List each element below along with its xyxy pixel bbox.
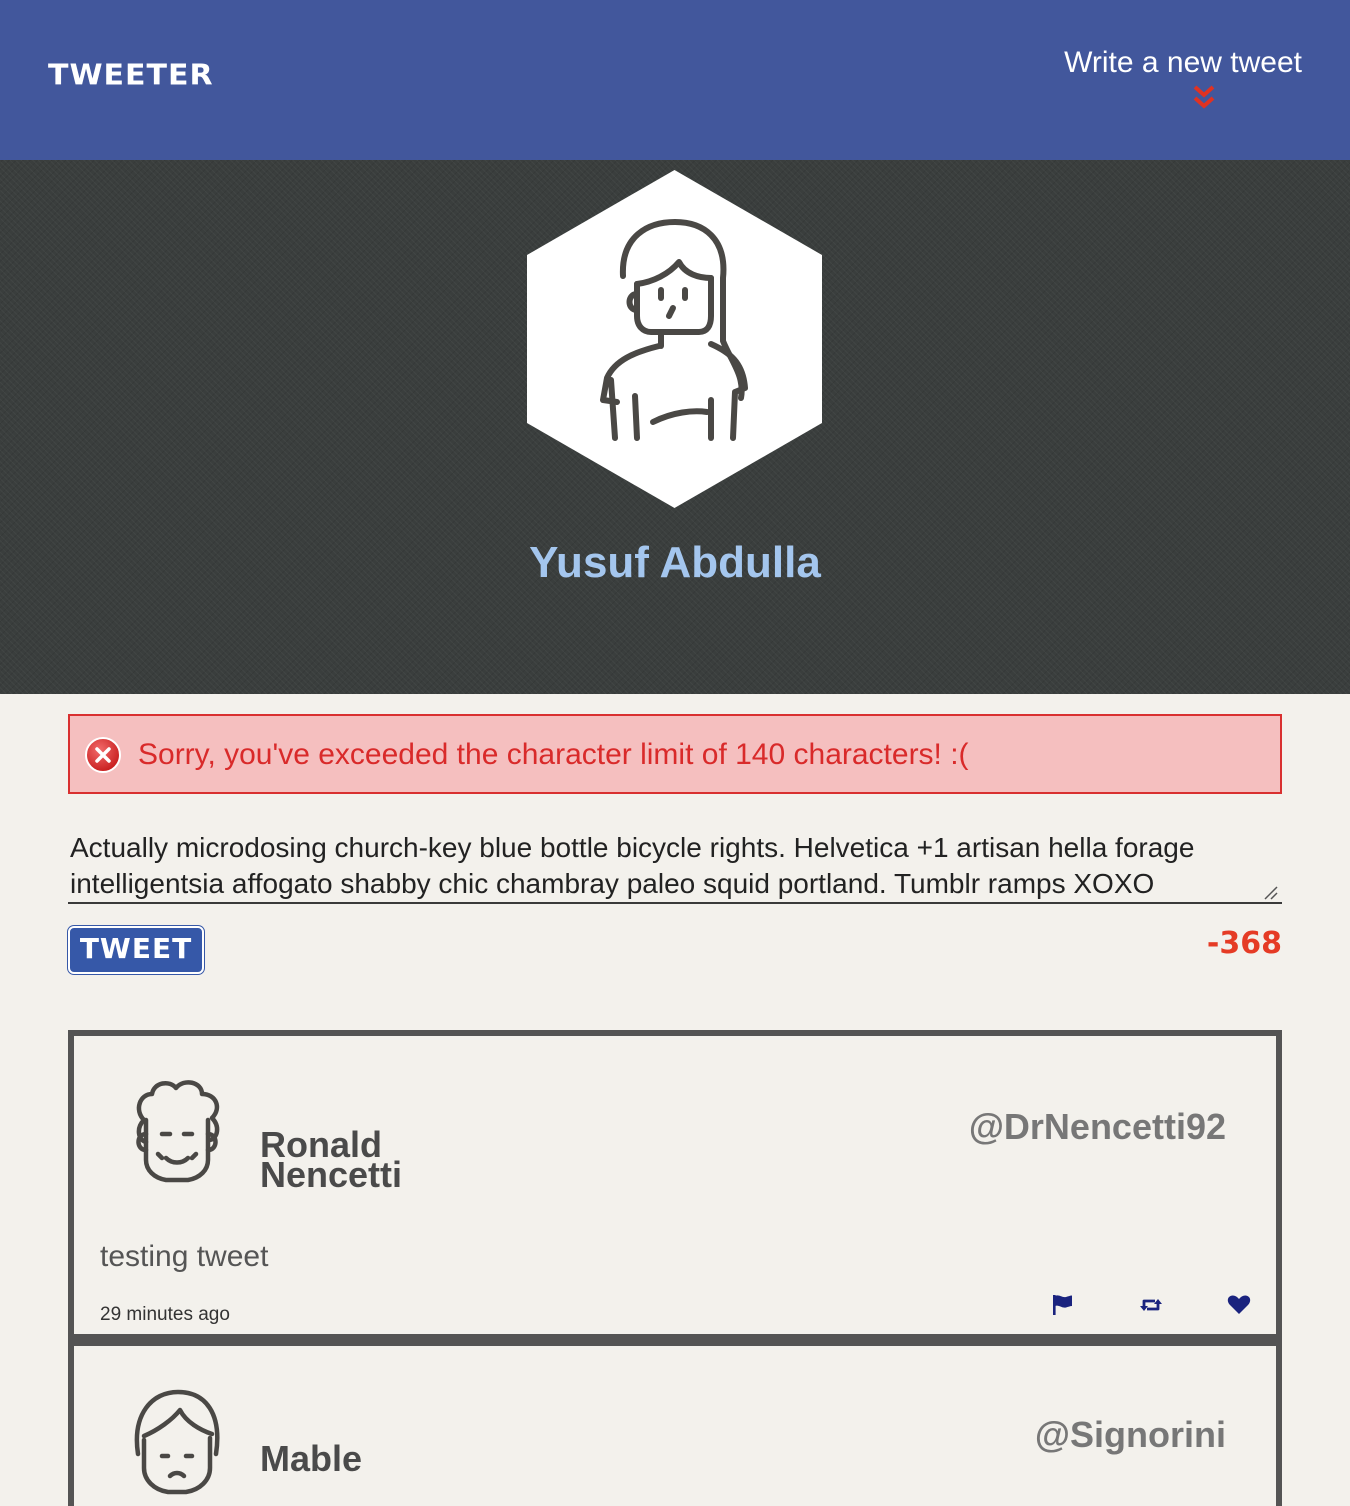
error-message: Sorry, you've exceeded the character lim… xyxy=(138,738,969,771)
user-avatar xyxy=(527,170,822,508)
compose-toggle[interactable]: Write a new tweet xyxy=(1062,46,1302,116)
tweet-card: Ronald Nencetti @DrNencetti92 testing tw… xyxy=(68,1030,1282,1340)
tweet-text: testing tweet xyxy=(100,1240,269,1273)
tweet-submit-button[interactable]: TWEET xyxy=(68,926,204,974)
tweet-author-handle: @DrNencetti92 xyxy=(968,1106,1226,1147)
tweet-timestamp: 29 minutes ago xyxy=(100,1304,230,1325)
character-counter: -368 xyxy=(1206,926,1282,961)
tweet-textarea[interactable]: Actually microdosing church-key blue bot… xyxy=(68,830,1282,904)
profile-header: Yusuf Abdulla xyxy=(0,160,1350,694)
flag-icon[interactable] xyxy=(1050,1292,1076,1318)
tweet-author-name: Mable xyxy=(260,1438,363,1479)
top-nav: TWEETER Write a new tweet xyxy=(0,0,1350,160)
tweet-card: Mable @Signorini xyxy=(68,1340,1282,1506)
tweet-author-handle: @Signorini xyxy=(1034,1414,1226,1455)
chevron-double-down-icon[interactable] xyxy=(1192,84,1216,112)
compose-toggle-label[interactable]: Write a new tweet xyxy=(1064,46,1302,80)
error-banner: Sorry, you've exceeded the character lim… xyxy=(68,714,1282,794)
brand-logo[interactable]: TWEETER xyxy=(48,59,214,92)
retweet-icon[interactable] xyxy=(1138,1292,1164,1318)
profile-name: Yusuf Abdulla xyxy=(529,538,821,587)
tweet-avatar xyxy=(134,1389,220,1495)
tweet-avatar xyxy=(136,1080,220,1183)
heart-icon[interactable] xyxy=(1226,1292,1252,1318)
close-circle-icon xyxy=(85,737,121,773)
tweet-author-name: Ronald Nencetti xyxy=(260,1124,403,1195)
resize-handle-icon[interactable] xyxy=(1262,884,1278,900)
